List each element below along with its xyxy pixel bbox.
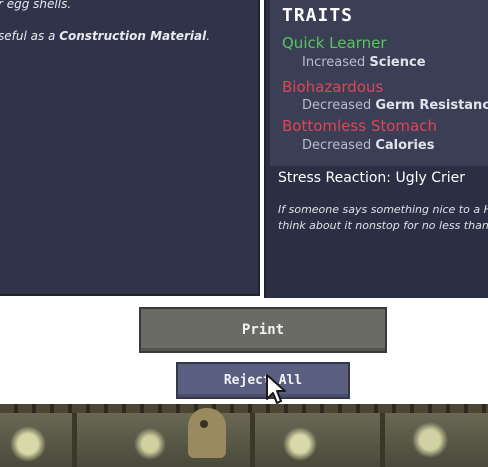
trait-biohazardous-effect: Decreased Germ Resistance	[302, 98, 488, 113]
trait-biohazardous: Biohazardous	[282, 78, 384, 96]
trait-bottomless-stomach-effect: Decreased Calories	[302, 138, 434, 153]
quote-line-2: think about it nonstop for no less than	[278, 219, 488, 232]
description-panel: r egg shells. seful as a Construction Ma…	[0, 0, 260, 296]
description-line-1: r egg shells.	[0, 0, 72, 11]
game-background-scene	[0, 404, 488, 467]
trait-quick-learner: Quick Learner	[282, 34, 387, 52]
duplicant-figure	[188, 408, 226, 458]
duplicant-info-panel: TRAITS Quick Learner Increased Science B…	[264, 0, 488, 298]
description-line-2: seful as a Construction Material.	[0, 29, 210, 43]
mouse-pointer-icon	[266, 374, 286, 404]
trait-effect-prefix: Decreased	[302, 138, 376, 153]
description-prefix: seful as a	[0, 29, 60, 43]
trait-effect-prefix: Increased	[302, 55, 370, 70]
pipe	[380, 413, 385, 467]
trait-bottomless-stomach: Bottomless Stomach	[282, 117, 437, 135]
stress-reaction-quote: If someone says something nice to a H th…	[278, 202, 488, 234]
pipe	[72, 413, 77, 467]
ceiling-beam	[0, 404, 488, 413]
print-button[interactable]: Print	[139, 307, 387, 353]
description-suffix: .	[206, 29, 211, 43]
trait-quick-learner-effect: Increased Science	[302, 55, 426, 70]
trait-effect-prefix: Decreased	[302, 98, 376, 113]
quote-line-1: If someone says something nice to a H	[278, 203, 488, 216]
reject-all-button[interactable]: Reject All	[176, 362, 350, 399]
trait-effect-stat: Science	[369, 55, 426, 70]
pipe	[250, 413, 255, 467]
traits-title: TRAITS	[282, 5, 354, 26]
construction-material-keyword: Construction Material	[59, 29, 207, 43]
traits-box: TRAITS Quick Learner Increased Science B…	[270, 0, 488, 166]
trait-effect-stat: Germ Resistance	[375, 98, 488, 113]
stress-reaction-label: Stress Reaction: Ugly Crier	[278, 170, 465, 186]
trait-effect-stat: Calories	[375, 138, 435, 153]
